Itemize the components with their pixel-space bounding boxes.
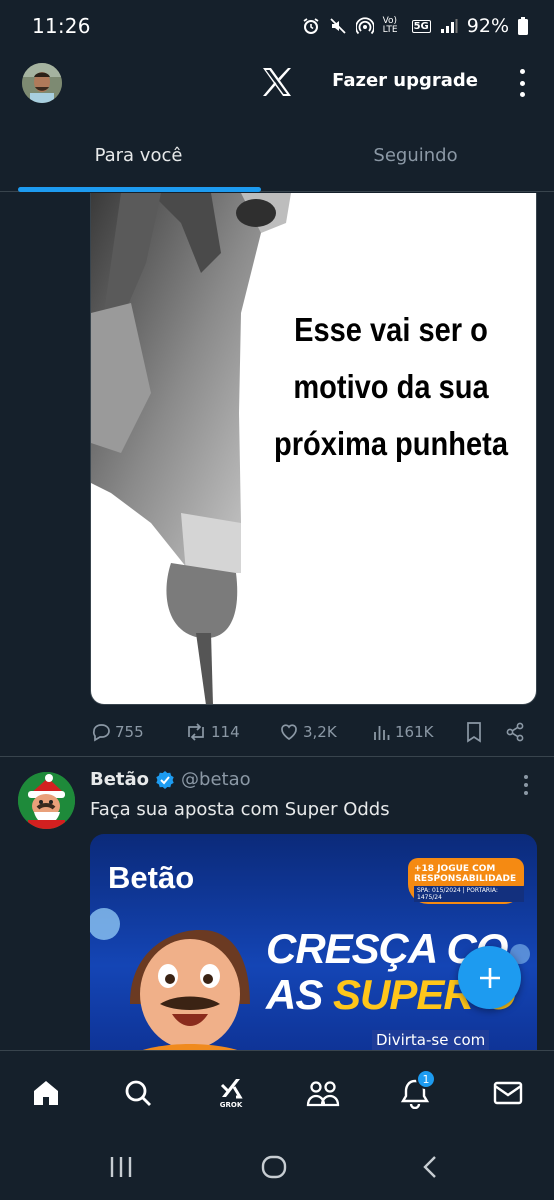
- heart-icon: [281, 724, 297, 741]
- tab-label: Seguindo: [373, 145, 458, 166]
- age-badge: +18 JOGUE COM RESPONSABILIDADE SPA: 015/…: [408, 858, 524, 904]
- nav-grok[interactable]: GROK: [211, 1073, 251, 1113]
- reply-icon: [92, 724, 110, 742]
- active-tab-indicator: [18, 187, 261, 192]
- like-count: 3,2K: [303, 723, 337, 741]
- author-name[interactable]: Betão: [90, 769, 149, 790]
- meme-caption-line: motivo da sua: [293, 368, 489, 405]
- grok-icon: [220, 1079, 243, 1099]
- like-button[interactable]: 3,2K: [278, 721, 337, 743]
- meme-caption-line: Esse vai ser o: [294, 311, 488, 348]
- age-badge-text: +18 JOGUE COM RESPONSABILIDADE: [414, 864, 517, 884]
- repost-count: 114: [211, 723, 240, 741]
- banner-headline-white: AS: [266, 971, 334, 1018]
- grok-label: GROK: [219, 1101, 243, 1109]
- app-header: Fazer upgrade: [0, 52, 554, 114]
- view-count: 161K: [395, 723, 434, 741]
- age-badge-subtext: SPA: 015/2024 | PORTARIA: 1475/24: [414, 886, 524, 902]
- reply-count: 755: [115, 723, 144, 741]
- compose-post-button[interactable]: [458, 946, 521, 1009]
- nav-communities[interactable]: [303, 1073, 343, 1113]
- banner-tagline: Divirta-se com: [372, 1030, 490, 1050]
- status-bar: 11:26 Vo) LTE 5G 92%: [0, 0, 554, 52]
- author-handle[interactable]: @betao: [181, 769, 251, 790]
- x-logo-icon[interactable]: [259, 64, 295, 100]
- meme-caption: Esse vai ser o motivo da sua próxima pun…: [259, 301, 523, 472]
- mute-icon: [329, 18, 346, 34]
- repost-button[interactable]: 114: [184, 721, 240, 743]
- tweet-media-image[interactable]: Esse vai ser o motivo da sua próxima pun…: [90, 193, 537, 705]
- 5g-indicator: 5G: [411, 19, 431, 33]
- hotspot-icon: [355, 17, 374, 35]
- tweet-text: Faça sua aposta com Super Odds: [90, 799, 390, 820]
- plus-icon: [479, 967, 500, 988]
- system-navigation: [0, 1132, 554, 1200]
- tab-label: Para você: [94, 145, 183, 166]
- repost-icon: [188, 723, 204, 741]
- bottom-navigation: GROK 1: [0, 1050, 554, 1132]
- signal-icon: [440, 19, 458, 33]
- bookmark-icon[interactable]: [464, 721, 484, 743]
- views-button[interactable]: 161K: [372, 722, 433, 742]
- more-options-icon[interactable]: [510, 65, 534, 101]
- status-icons: Vo) LTE 5G 92%: [302, 15, 528, 37]
- reply-button[interactable]: 755: [90, 721, 144, 743]
- nav-home[interactable]: [26, 1073, 66, 1113]
- lte-indicator: Vo) LTE: [382, 16, 398, 35]
- tweet-author-row: Betão @betao: [90, 769, 251, 790]
- home-button-icon[interactable]: [261, 1154, 287, 1180]
- verified-badge-icon: [156, 770, 174, 789]
- back-icon[interactable]: [418, 1154, 444, 1180]
- status-time: 11:26: [32, 14, 91, 38]
- tab-seguindo[interactable]: Seguindo: [277, 120, 554, 191]
- profile-avatar[interactable]: [22, 63, 62, 103]
- feed-tabs: Para você Seguindo: [0, 120, 554, 192]
- upgrade-button[interactable]: Fazer upgrade: [332, 70, 478, 91]
- meme-caption-line: próxima punheta: [274, 425, 508, 462]
- betao-logo: Betão: [108, 860, 195, 895]
- battery-icon: [518, 17, 528, 35]
- views-icon: [374, 726, 390, 740]
- tweet-divider: [0, 756, 554, 757]
- recent-apps-icon[interactable]: [108, 1154, 134, 1180]
- tweet-actions: 755 114 3,2K 161K: [90, 716, 537, 748]
- tab-para-voce[interactable]: Para você: [0, 120, 277, 192]
- betao-avatar[interactable]: [18, 772, 75, 829]
- alarm-icon: [303, 18, 319, 34]
- nav-search[interactable]: [118, 1073, 158, 1113]
- nav-messages[interactable]: [488, 1073, 528, 1113]
- share-icon[interactable]: [504, 721, 526, 743]
- home-icon: [34, 1081, 58, 1105]
- search-icon: [125, 1080, 151, 1106]
- battery-percent: 92%: [466, 15, 509, 37]
- communities-icon: [306, 1081, 340, 1107]
- tweet-more-icon[interactable]: [524, 775, 530, 795]
- messages-icon: [493, 1081, 523, 1105]
- notification-count-badge: 1: [416, 1069, 436, 1089]
